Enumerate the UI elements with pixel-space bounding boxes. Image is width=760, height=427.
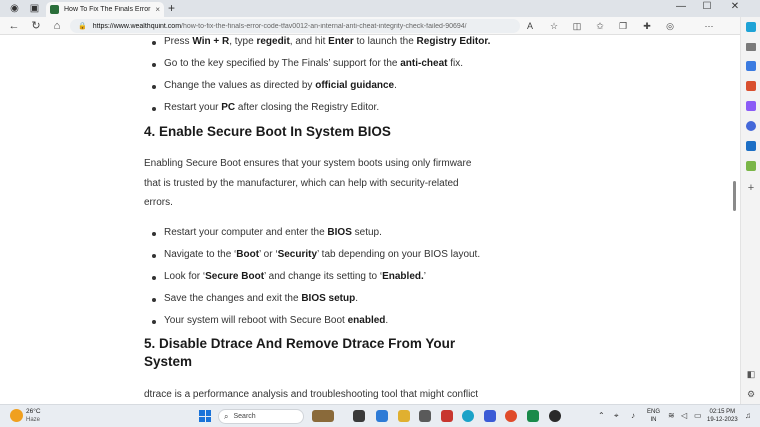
address-bar-row: ← ↻ ⌂ 🔒 https://www.wealthquint.com/how-… [0,17,760,35]
notification-bell-icon[interactable]: ♫ [745,411,751,420]
list-item: Navigate to the ‘Boot’ or ‘Security’ tab… [164,249,481,260]
minimize-button[interactable]: — [670,1,692,12]
opera-icon[interactable] [441,410,453,422]
list-item: Change the values as directed by officia… [164,80,397,91]
bullet [152,232,156,236]
drop-icon[interactable] [746,161,756,171]
article-content: Press Win + R, type regedit, and hit Ent… [0,35,730,404]
hide-sidebar-icon[interactable]: ◧ [746,369,756,379]
profile-avatar-icon[interactable]: ◉ [8,2,21,15]
teams-icon[interactable] [484,410,496,422]
collections-icon[interactable]: ❐ [617,20,629,32]
paragraph-line: errors. [144,197,173,208]
weather-sun-icon[interactable] [10,409,23,422]
wifi-icon[interactable]: ≋ [668,411,675,420]
weather-condition[interactable]: Haze [26,417,40,423]
bullet [152,298,156,302]
lock-icon[interactable]: 🔒 [78,22,87,30]
chrome-icon[interactable] [505,410,517,422]
home-icon[interactable]: ⌂ [50,20,64,32]
edge-icon[interactable] [462,410,474,422]
windows-taskbar: 26°C Haze ⌕ Search ⌃ ⌖ ♪ ENG IN ≋ ◁ ▭ 02:… [0,404,760,427]
maximize-button[interactable]: ☐ [696,1,718,12]
search-label: Search [233,413,256,420]
list-item: Go to the key specified by The Finals’ s… [164,58,464,69]
app-icon[interactable] [419,410,431,422]
scrollbar-thumb[interactable] [733,181,736,211]
tools-icon[interactable] [746,81,756,91]
bullet [152,85,156,89]
paragraph-line: Enabling Secure Boot ensures that your s… [144,158,472,169]
volume-icon[interactable]: ◁ [681,411,687,420]
list-item: Restart your computer and enter the BIOS… [164,227,382,238]
start-windows-icon[interactable] [199,410,211,422]
url-input[interactable]: 🔒 https://www.wealthquint.com/how-to-fix… [70,19,520,33]
close-window-button[interactable]: ✕ [724,1,746,12]
refresh-icon[interactable]: ↻ [29,20,43,32]
list-item: Press Win + R, type regedit, and hit Ent… [164,36,491,47]
show-hidden-icons-icon[interactable]: ⌃ [598,411,605,420]
copilot-icon[interactable] [746,22,756,32]
favorite-star-icon[interactable]: ☆ [548,20,560,32]
location-icon[interactable]: ⌖ [614,411,619,421]
taskbar-search-box[interactable]: ⌕ Search [218,409,304,424]
tab-actions-icon[interactable]: ▣ [28,2,41,15]
outlook-icon[interactable] [746,141,756,151]
system-clock[interactable]: 02:15 PM 19-12-2023 [707,408,738,424]
edge-sidebar: + ◧ ⚙ [740,17,760,404]
section-heading-line2: System [144,354,193,369]
bullet [152,320,156,324]
microsoft-365-icon[interactable] [746,121,756,131]
search-sidebar-icon[interactable] [746,43,756,51]
section-heading: 4. Enable Secure Boot In System BIOS [144,124,391,139]
bullet [152,107,156,111]
favorites-icon[interactable]: ✩ [594,20,606,32]
split-screen-icon[interactable]: ◫ [571,20,583,32]
weather-temperature[interactable]: 26°C [26,408,41,415]
profile-icon[interactable]: ◎ [664,20,676,32]
read-aloud-icon[interactable]: A [524,20,536,32]
battery-icon[interactable]: ▭ [694,411,702,420]
obs-icon[interactable] [549,410,561,422]
bullet [152,276,156,280]
search-icon: ⌕ [224,411,229,421]
speaker-icon[interactable]: ♪ [631,411,635,420]
site-favicon-icon [50,5,59,14]
list-item: Save the changes and exit the BIOS setup… [164,293,359,304]
new-tab-button[interactable]: + [168,1,175,15]
tab-close-icon[interactable]: × [155,5,160,14]
bullet [152,254,156,258]
settings-gear-icon[interactable]: ⚙ [746,389,756,399]
excel-icon[interactable] [527,410,539,422]
list-item: Your system will reboot with Secure Boot… [164,315,389,326]
file-explorer-icon[interactable] [398,410,410,422]
list-item: Look for ‘Secure Boot’ and change its se… [164,271,427,282]
tab-active[interactable]: How To Fix The Finals Error Code × [46,2,164,17]
paragraph-line: dtrace is a performance analysis and tro… [144,389,479,400]
search-highlight-icon[interactable] [312,410,334,422]
bullet [152,63,156,67]
language-indicator[interactable]: ENG IN [647,408,660,424]
back-arrow-icon[interactable]: ← [7,20,21,32]
task-view-icon[interactable] [353,410,365,422]
more-icon[interactable]: ⋯ [703,20,715,32]
extensions-icon[interactable]: ✚ [641,20,653,32]
games-icon[interactable] [746,101,756,111]
list-item: Restart your PC after closing the Regist… [164,102,380,113]
section-heading: 5. Disable Dtrace And Remove Dtrace From… [144,336,456,351]
bullet [152,41,156,45]
browser-title-bar: ◉ ▣ How To Fix The Finals Error Code × +… [0,0,760,17]
add-sidebar-icon[interactable]: + [746,183,756,194]
tab-title: How To Fix The Finals Error Code [64,6,152,13]
shopping-tag-icon[interactable] [746,61,756,71]
page-scrollbar[interactable] [731,35,738,404]
url-text: https://www.wealthquint.com/how-to-fix-t… [92,22,467,30]
widgets-icon[interactable] [376,410,388,422]
paragraph-line: that is trusted by the manufacturer, whi… [144,178,459,189]
